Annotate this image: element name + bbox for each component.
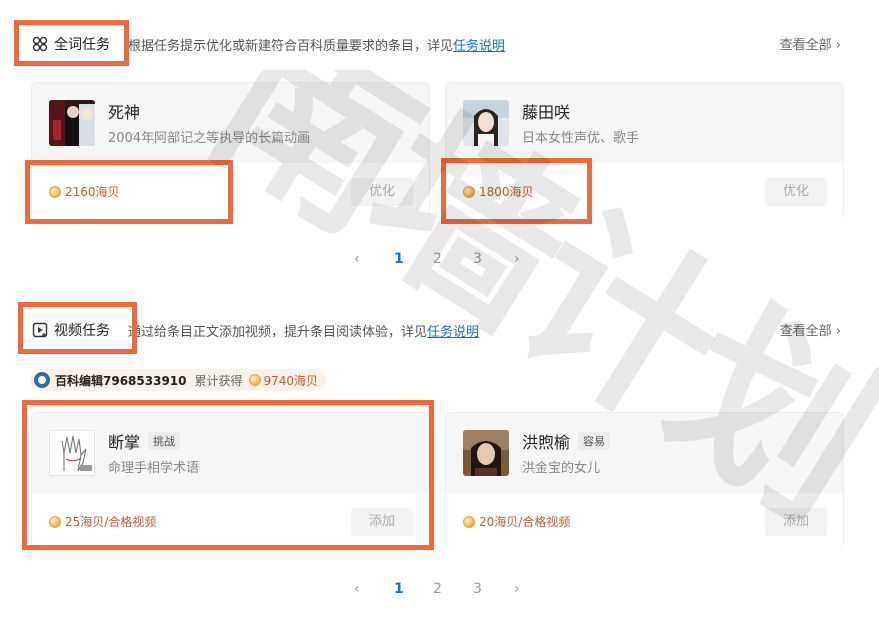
- full-word-task-header: 全词任务 根据任务提示优化或新建符合百科质量要求的条目，详见任务说明 查看全部 …: [0, 22, 879, 62]
- desc-text: 根据任务提示优化或新建符合百科质量要求的条目，详见: [128, 39, 454, 54]
- user-earnings-bar: 百科编辑7968533910 累计获得 9740海贝: [30, 369, 327, 391]
- see-all-link[interactable]: 查看全部 ›: [780, 320, 841, 339]
- chevron-right-icon: ›: [835, 38, 841, 53]
- page-1-button[interactable]: 1: [394, 251, 404, 267]
- see-all-label: 查看全部: [779, 324, 832, 339]
- highlight-box: [14, 20, 129, 66]
- task-instructions-link[interactable]: 任务说明: [427, 325, 479, 340]
- task-instructions-link[interactable]: 任务说明: [453, 39, 505, 54]
- card-title-text: 死神: [108, 103, 141, 122]
- next-page-button[interactable]: ›: [514, 581, 520, 597]
- optimize-button[interactable]: 优化: [351, 178, 413, 206]
- shell-coin-icon: [248, 374, 261, 386]
- page-3-button[interactable]: 3: [473, 251, 482, 267]
- card-title: 藤田咲: [522, 99, 570, 123]
- next-page-button[interactable]: ›: [514, 251, 520, 267]
- user-avatar: [34, 372, 50, 388]
- card-subtitle: 日本女性声优、歌手: [522, 131, 640, 146]
- shell-coin-icon: [463, 515, 475, 528]
- see-all-link[interactable]: 查看全部 ›: [780, 34, 841, 53]
- card-title: 洪煦榆 容易: [522, 429, 611, 453]
- page-1-button[interactable]: 1: [394, 581, 404, 597]
- card-title-text: 洪煦榆: [522, 433, 571, 452]
- difficulty-tag: 容易: [578, 432, 611, 450]
- add-button[interactable]: 添加: [765, 508, 827, 536]
- entry-thumbnail: [463, 100, 509, 146]
- reward-text: 20海贝/合格视频: [479, 515, 571, 529]
- card-title-text: 藤田咲: [522, 103, 571, 122]
- see-all-label: 查看全部: [779, 38, 832, 53]
- task-card[interactable]: 洪煦榆 容易 洪金宝的女儿 20海贝/合格视频 添加: [445, 412, 844, 549]
- reward: 20海贝/合格视频: [463, 513, 570, 530]
- entry-thumbnail: [463, 430, 509, 476]
- entry-thumbnail: [49, 100, 95, 146]
- desc-text: 通过给条目正文添加视频，提升条目阅读体验，详见: [128, 325, 428, 340]
- earned-value: 9740海贝: [263, 373, 319, 388]
- user-name: 百科编辑7968533910: [55, 373, 187, 388]
- prev-page-button[interactable]: ‹: [354, 581, 360, 597]
- full-word-task-desc: 根据任务提示优化或新建符合百科质量要求的条目，详见任务说明: [128, 35, 505, 54]
- card-subtitle: 2004年阿部记之等执导的长篇动画: [108, 131, 311, 146]
- page-3-button[interactable]: 3: [473, 581, 482, 597]
- card-title: 死神: [108, 99, 140, 123]
- highlight-box: [441, 158, 592, 224]
- highlight-box: [22, 400, 434, 550]
- video-task-desc: 通过给条目正文添加视频，提升条目阅读体验，详见任务说明: [128, 321, 479, 340]
- highlight-box: [25, 160, 233, 224]
- page-2-button[interactable]: 2: [433, 581, 442, 597]
- optimize-button[interactable]: 优化: [765, 178, 827, 206]
- earned-label: 累计获得: [194, 373, 243, 388]
- card-subtitle: 洪金宝的女儿: [522, 461, 601, 476]
- highlight-box: [18, 302, 137, 354]
- chevron-right-icon: ›: [835, 324, 841, 339]
- page-2-button[interactable]: 2: [433, 251, 442, 267]
- prev-page-button[interactable]: ‹: [354, 251, 360, 267]
